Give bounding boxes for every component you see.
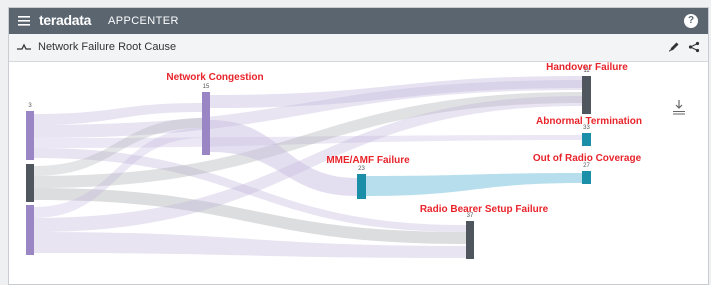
sankey-node-label: MME/AMF Failure (326, 155, 410, 166)
sankey-node-value: 3 (28, 103, 32, 109)
sankey-node-s1[interactable] (26, 111, 34, 160)
sankey-node-radio_bearer_setup_failure[interactable] (466, 221, 474, 259)
sankey-node-label: Handover Failure (546, 62, 628, 73)
sankey-node-label: Abnormal Termination (536, 116, 642, 127)
sankey-node-network_congestion[interactable] (202, 92, 210, 155)
sankey-node-abnormal_termination[interactable] (582, 133, 591, 146)
sankey-node-value: 23 (358, 166, 365, 172)
sankey-node-out_of_radio_coverage[interactable] (582, 171, 591, 184)
sankey-node-s2[interactable] (26, 164, 34, 202)
sankey-node-mme_amf_failure[interactable] (357, 174, 366, 199)
sankey-node-label: Out of Radio Coverage (533, 153, 642, 164)
sankey-links (34, 76, 582, 258)
download-icon[interactable] (672, 99, 686, 115)
sankey-node-s3[interactable] (26, 205, 34, 255)
sankey-chart: 315Network Congestion23MME/AMF Failure11… (26, 62, 642, 259)
sankey-node-label: Network Congestion (166, 72, 263, 83)
sankey-node-handover_failure[interactable] (582, 76, 591, 114)
sankey-node-value: 15 (203, 84, 210, 90)
sankey-link-mme_amf_failure-to-out_of_radio_coverage[interactable] (366, 173, 582, 196)
sankey-node-label: Radio Bearer Setup Failure (420, 204, 549, 215)
